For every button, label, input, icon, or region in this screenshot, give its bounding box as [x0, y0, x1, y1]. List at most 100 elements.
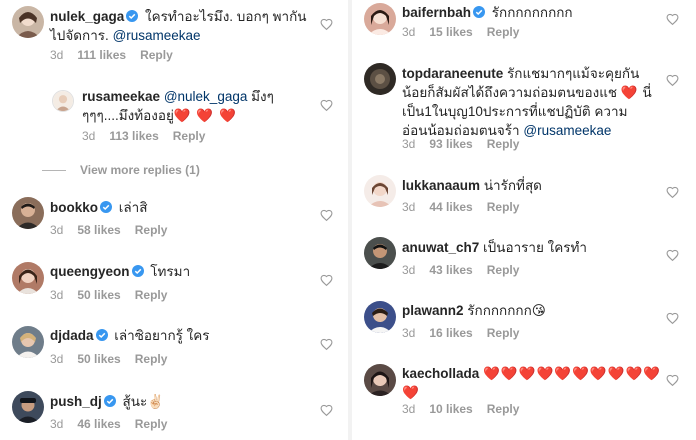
- mention-link[interactable]: @rusameekae: [113, 28, 201, 43]
- comment-body: รักกกกกกกกก: [491, 5, 573, 20]
- likes-count[interactable]: 46 likes: [77, 417, 120, 431]
- username[interactable]: anuwat_ch7: [402, 240, 479, 255]
- reply-button[interactable]: Reply: [140, 48, 173, 62]
- comment-text: baifernbah รักกกกกกกกก: [402, 3, 664, 22]
- username[interactable]: topdaraneenute: [402, 66, 503, 81]
- likes-count[interactable]: 50 likes: [77, 288, 120, 302]
- username[interactable]: bookko: [50, 200, 98, 215]
- reply-button[interactable]: Reply: [487, 402, 520, 416]
- likes-count[interactable]: 44 likes: [429, 200, 472, 214]
- comment-body: เล่าสิ: [118, 200, 148, 215]
- likes-count[interactable]: 58 likes: [77, 223, 120, 237]
- reply-button[interactable]: Reply: [487, 200, 520, 214]
- heart-outline-icon[interactable]: [666, 13, 679, 26]
- timestamp: 3d: [402, 200, 416, 214]
- heart-outline-icon[interactable]: [666, 374, 679, 387]
- comment-text: djdada เล่าซิอยากรู้ ใคร: [50, 326, 312, 345]
- likes-count[interactable]: 93 likes: [429, 137, 472, 151]
- verified-badge-icon: [126, 10, 139, 22]
- heart-outline-icon[interactable]: [320, 209, 333, 222]
- comment-meta: 3d 15 likes Reply: [402, 25, 533, 39]
- avatar[interactable]: [52, 90, 74, 112]
- heart-outline-icon[interactable]: [320, 404, 333, 417]
- avatar[interactable]: [364, 3, 396, 35]
- likes-count[interactable]: 111 likes: [77, 48, 126, 62]
- comment-meta: 3d 44 likes Reply: [402, 200, 533, 214]
- reply-button[interactable]: Reply: [135, 288, 168, 302]
- reply-button[interactable]: Reply: [135, 417, 168, 431]
- avatar[interactable]: [364, 301, 396, 333]
- heart-outline-icon[interactable]: [666, 186, 679, 199]
- reply-button[interactable]: Reply: [487, 137, 520, 151]
- avatar[interactable]: [364, 175, 396, 207]
- comment-meta: 3d 111 likes Reply: [50, 48, 187, 62]
- comment-meta: 3d 43 likes Reply: [402, 263, 533, 277]
- username[interactable]: djdada: [50, 328, 94, 343]
- likes-count[interactable]: 43 likes: [429, 263, 472, 277]
- avatar[interactable]: [12, 262, 44, 294]
- timestamp: 3d: [50, 417, 64, 431]
- avatar[interactable]: [364, 63, 396, 95]
- heart-outline-icon[interactable]: [320, 18, 333, 31]
- comments-column-left: nulek_gaga ใครทำอะไรมึง. บอกๆ พากันไปจัด…: [0, 0, 348, 440]
- avatar[interactable]: [364, 237, 396, 269]
- likes-count[interactable]: 113 likes: [109, 129, 158, 143]
- likes-count[interactable]: 15 likes: [429, 25, 472, 39]
- comment-text: anuwat_ch7 เป็นอาราย ใครทำ: [402, 238, 664, 257]
- heart-emoji: ❤️: [620, 85, 639, 100]
- heart-outline-icon[interactable]: [320, 338, 333, 351]
- username[interactable]: kaechollada: [402, 366, 479, 381]
- avatar[interactable]: [12, 391, 44, 423]
- avatar[interactable]: [12, 6, 44, 38]
- victory-hand-emoji: ✌🏻: [147, 394, 165, 409]
- heart-outline-icon[interactable]: [666, 312, 679, 325]
- heart-outline-icon[interactable]: [320, 99, 333, 112]
- comments-column-right: baifernbah รักกกกกกกกก 3d 15 likes Reply t…: [352, 0, 696, 440]
- heart-outline-icon[interactable]: [666, 74, 679, 87]
- avatar[interactable]: [364, 364, 396, 396]
- mention-link[interactable]: @rusameekae: [523, 123, 611, 138]
- reply-button[interactable]: Reply: [487, 326, 520, 340]
- comment-body: เป็นอาราย ใครทำ: [483, 240, 587, 255]
- verified-badge-icon: [131, 265, 144, 277]
- comment-text: lukkanaaum น่ารักที่สุด: [402, 176, 664, 195]
- heart-outline-icon[interactable]: [320, 274, 333, 287]
- avatar[interactable]: [12, 326, 44, 358]
- comment-text: queengyeon โทรมา: [50, 262, 312, 281]
- likes-count[interactable]: 16 likes: [429, 326, 472, 340]
- username[interactable]: rusameekae: [82, 89, 160, 104]
- comment-meta: 3d 113 likes Reply: [82, 129, 219, 143]
- comment-text: nulek_gaga ใครทำอะไรมึง. บอกๆ พากันไปจัด…: [50, 7, 312, 45]
- heart-emoji: ❤️ ❤️ ❤️: [173, 108, 237, 123]
- timestamp: 3d: [50, 352, 64, 366]
- comment-meta: 3d 10 likes Reply: [402, 402, 533, 416]
- timestamp: 3d: [402, 326, 416, 340]
- timestamp: 3d: [402, 402, 416, 416]
- verified-badge-icon: [473, 6, 486, 18]
- reply-button[interactable]: Reply: [487, 25, 520, 39]
- timestamp: 3d: [402, 263, 416, 277]
- comment-text: kaechollada ❤️❤️❤️❤️❤️❤️❤️❤️❤️❤️❤️: [402, 364, 664, 402]
- reply-button[interactable]: Reply: [135, 223, 168, 237]
- username[interactable]: push_dj: [50, 394, 102, 409]
- reply-button[interactable]: Reply: [487, 263, 520, 277]
- view-more-replies-button[interactable]: View more replies (1): [42, 163, 200, 177]
- mention-link[interactable]: @nulek_gaga: [164, 89, 248, 104]
- username[interactable]: plawann2: [402, 303, 464, 318]
- comment-text: topdaraneenute รักแชมากๆแม้จะคุยกันน้อยก…: [402, 64, 664, 140]
- username[interactable]: queengyeon: [50, 264, 130, 279]
- comment-meta: 3d 58 likes Reply: [50, 223, 181, 237]
- username[interactable]: lukkanaaum: [402, 178, 480, 193]
- reply-button[interactable]: Reply: [135, 352, 168, 366]
- likes-count[interactable]: 10 likes: [429, 402, 472, 416]
- likes-count[interactable]: 50 likes: [77, 352, 120, 366]
- username[interactable]: baifernbah: [402, 5, 471, 20]
- avatar[interactable]: [12, 197, 44, 229]
- heart-outline-icon[interactable]: [666, 249, 679, 262]
- reply-button[interactable]: Reply: [173, 129, 206, 143]
- comment-text: bookko เล่าสิ: [50, 198, 312, 217]
- username[interactable]: nulek_gaga: [50, 9, 124, 24]
- comment-body: สู้นะ: [122, 394, 148, 409]
- comment-text: rusameekae @nulek_gaga มึงๆ ๆๆๆ....มึงท้…: [82, 87, 282, 125]
- timestamp: 3d: [402, 25, 416, 39]
